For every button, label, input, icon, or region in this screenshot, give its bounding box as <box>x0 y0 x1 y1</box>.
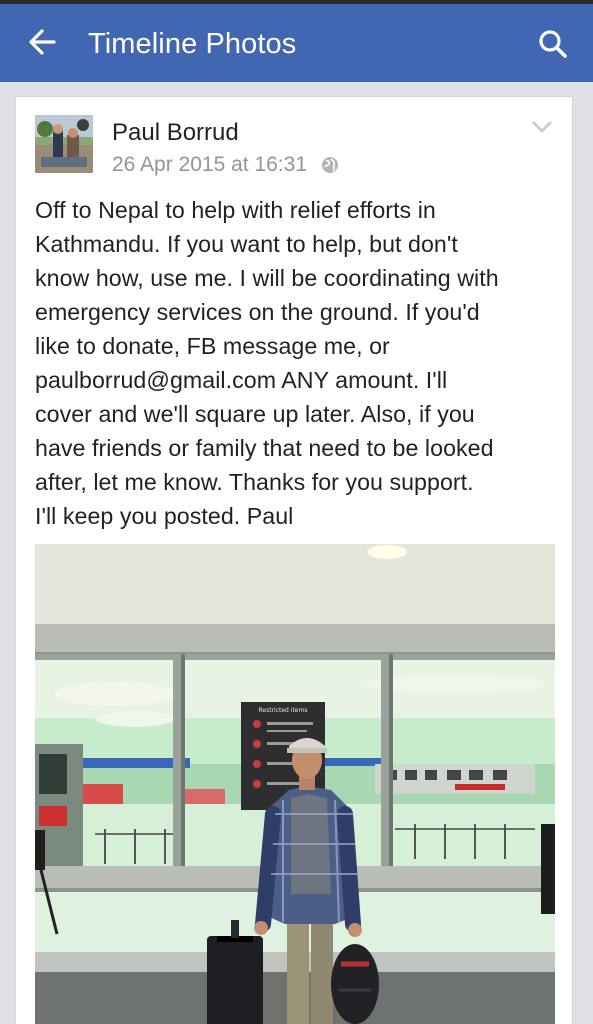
chevron-down-icon <box>532 121 552 133</box>
post-text-line: paulborrud@gmail.com ANY amount. I'll <box>35 367 448 393</box>
avatar[interactable] <box>35 115 93 173</box>
post-card: Paul Borrud 26 Apr 2015 at 16:31 Off to … <box>15 96 573 1024</box>
arrow-left-icon <box>29 29 56 55</box>
top-app-bar: Timeline Photos <box>0 0 593 82</box>
post-meta: 26 Apr 2015 at 16:31 <box>112 152 339 178</box>
post-text-line: like to donate, FB message me, or <box>35 333 390 359</box>
search-button[interactable] <box>531 22 575 66</box>
post-text: Off to Nepal to help with relief efforts… <box>35 193 557 533</box>
post-text-line: I'll keep you posted. Paul <box>35 503 294 529</box>
post-menu-button[interactable] <box>530 117 554 137</box>
post-author[interactable]: Paul Borrud <box>112 119 239 147</box>
page-title: Timeline Photos <box>88 28 297 60</box>
sign-title: Restricted items <box>259 707 308 714</box>
search-icon <box>539 30 567 58</box>
globe-icon <box>321 156 339 174</box>
post-text-line: emergency services on the ground. If you… <box>35 299 480 325</box>
post-text-line: know how, use me. I will be coordinating… <box>35 265 499 291</box>
post-text-line: cover and we'll square up later. Also, i… <box>35 401 475 427</box>
post-text-line: after, let me know. Thanks for you suppo… <box>35 469 474 495</box>
post-timestamp[interactable]: 26 Apr 2015 at 16:31 <box>112 152 307 178</box>
post-text-line: have friends or family that need to be l… <box>35 435 494 461</box>
post-photo[interactable]: Restricted items <box>35 544 555 1024</box>
post-text-line: Off to Nepal to help with relief efforts… <box>35 197 436 223</box>
back-button[interactable] <box>22 22 62 62</box>
post-text-line: Kathmandu. If you want to help, but don'… <box>35 231 458 257</box>
